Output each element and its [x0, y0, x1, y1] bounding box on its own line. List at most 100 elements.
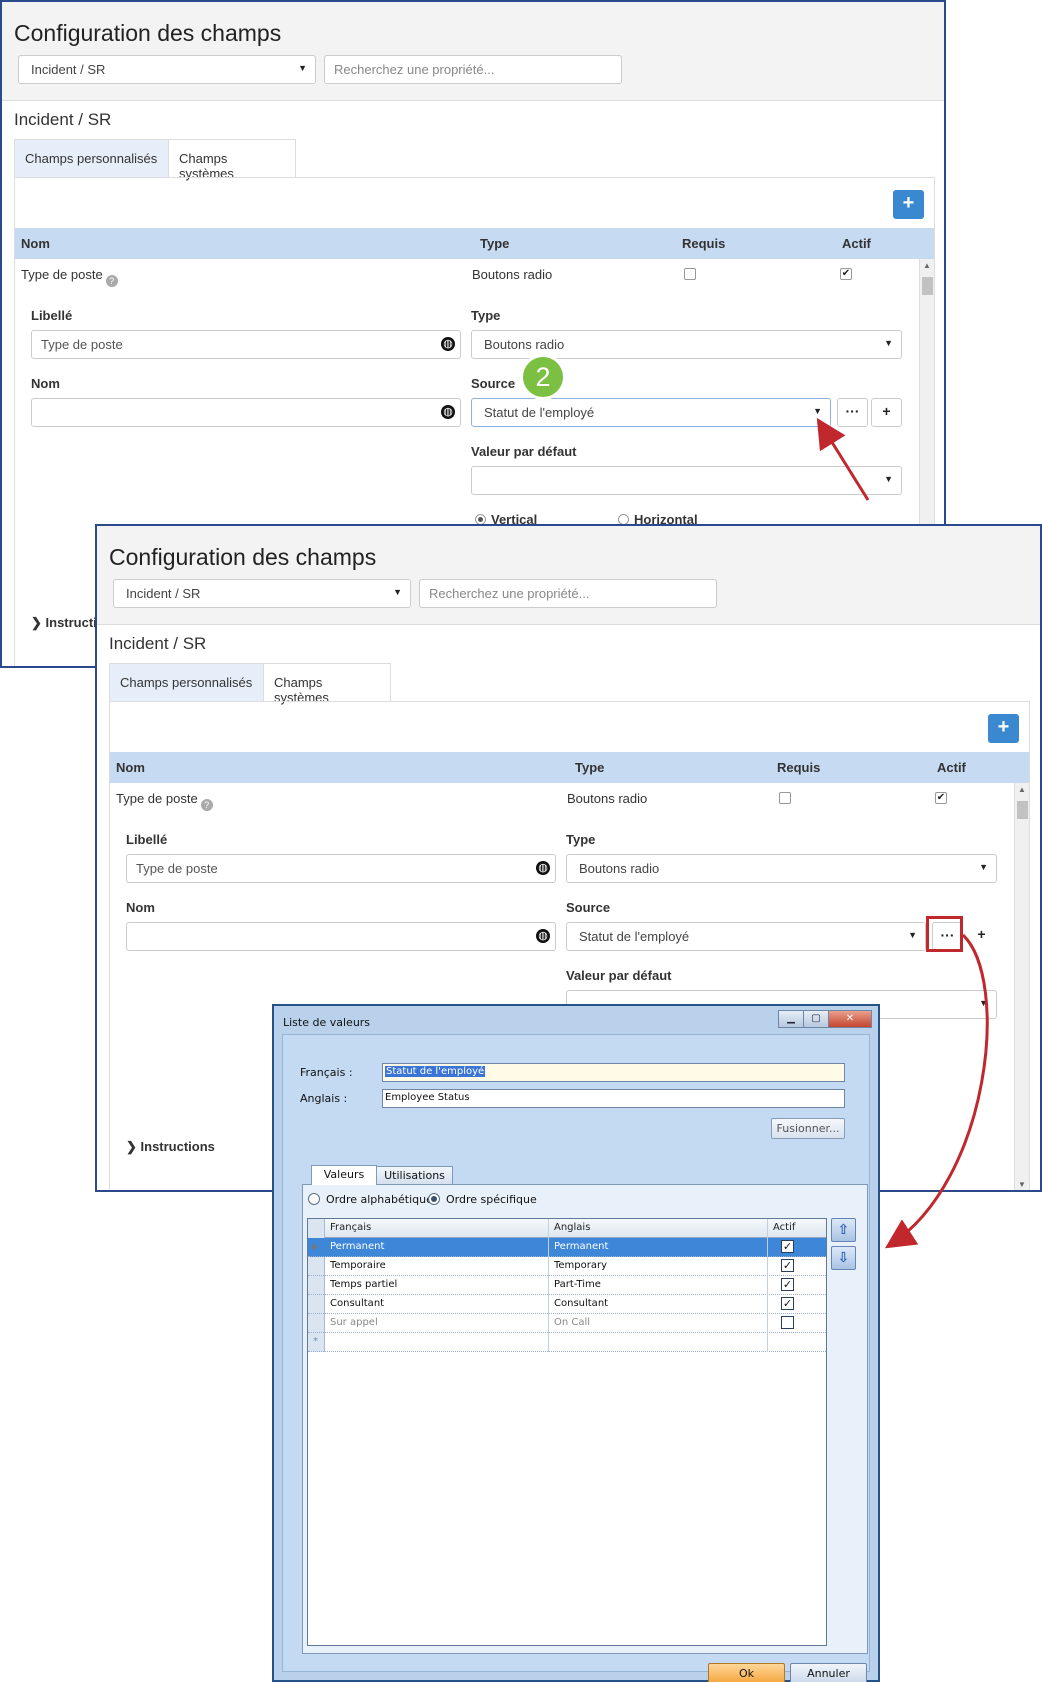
grid-cell-active-checkbox[interactable]	[781, 1316, 794, 1329]
module-select[interactable]: Incident / SR ▼	[113, 579, 411, 608]
column-header-active: Actif	[842, 236, 871, 251]
dialog-body: Français : Statut de l'employé Anglais :…	[282, 1034, 870, 1682]
grid-cell-english[interactable]: Consultant	[554, 1298, 608, 1309]
column-header-type: Type	[575, 760, 605, 775]
grid-cell-french[interactable]: Consultant	[330, 1298, 384, 1309]
grid-row[interactable]: Temporaire Temporary ✓	[308, 1257, 826, 1276]
grid-cell-english[interactable]: Part-Time	[554, 1279, 601, 1290]
chevron-down-icon: ▼	[393, 587, 402, 597]
order-alphabetical-radio[interactable]	[308, 1193, 320, 1205]
module-select-value: Incident / SR	[126, 586, 201, 601]
section-title: Incident / SR	[109, 634, 207, 653]
grid-cell-french[interactable]: Sur appel	[330, 1317, 378, 1328]
grid-cell-french[interactable]: Temps partiel	[330, 1279, 397, 1290]
table-row[interactable]: Type de poste? Boutons radio ✔	[110, 783, 1029, 814]
active-checkbox[interactable]: ✔	[935, 792, 947, 804]
active-checkbox[interactable]: ✔	[840, 268, 852, 280]
french-field[interactable]: Statut de l'employé	[382, 1063, 845, 1082]
grid-cell-english[interactable]: On Call	[554, 1317, 590, 1328]
type-field-title: Type	[566, 832, 596, 847]
column-header-name: Nom	[21, 236, 50, 251]
instructions-toggle[interactable]: ❯ Instructi	[31, 615, 97, 631]
scroll-up-icon[interactable]: ▲	[923, 261, 931, 270]
grid-row[interactable]: ▶ Permanent Permanent ✓	[308, 1238, 826, 1257]
english-label: Anglais :	[300, 1092, 348, 1105]
grid-cell-english[interactable]: Permanent	[554, 1241, 608, 1252]
close-icon[interactable]: ✕	[828, 1010, 872, 1028]
grid-row[interactable]: Consultant Consultant ✓	[308, 1295, 826, 1314]
type-field-title: Type	[471, 308, 501, 323]
chevron-down-icon: ▼	[908, 930, 917, 940]
ok-button[interactable]: Ok	[708, 1663, 785, 1682]
type-select[interactable]: Boutons radio ▼	[471, 330, 902, 359]
scroll-down-icon[interactable]: ▼	[1018, 1180, 1026, 1189]
tab-system-fields[interactable]: Champs systèmes	[168, 139, 296, 181]
field-name: Type de poste?	[21, 267, 118, 287]
required-checkbox[interactable]	[779, 792, 791, 804]
name-field-title: Nom	[126, 900, 155, 915]
default-value-title: Valeur par défaut	[471, 444, 577, 459]
grid-column-french: Français	[330, 1222, 372, 1233]
grid-cell-active-checkbox[interactable]: ✓	[781, 1259, 794, 1272]
cancel-button[interactable]: Annuler	[790, 1663, 867, 1682]
scrollbar[interactable]: ▲ ▼	[1014, 783, 1029, 1190]
grid-cell-active-checkbox[interactable]: ✓	[781, 1278, 794, 1291]
minimize-icon[interactable]: ▁	[778, 1010, 804, 1028]
grid-cell-english[interactable]: Temporary	[554, 1260, 607, 1271]
order-specific-radio[interactable]	[428, 1193, 440, 1205]
module-select[interactable]: Incident / SR ▼	[18, 55, 316, 84]
tab-system-fields[interactable]: Champs systèmes	[263, 663, 391, 705]
add-field-button[interactable]: +	[988, 714, 1019, 743]
instructions-toggle[interactable]: ❯ Instructions	[126, 1139, 215, 1155]
grid-cell-french[interactable]: Permanent	[330, 1241, 384, 1252]
current-row-icon: ▶	[312, 1242, 319, 1251]
label-field-input[interactable]: Type de poste ◍	[126, 854, 556, 883]
chevron-down-icon: ▼	[813, 406, 822, 416]
scroll-up-icon[interactable]: ▲	[1018, 785, 1026, 794]
move-down-arrow-icon[interactable]: ⇩	[831, 1246, 856, 1270]
tab-custom-fields[interactable]: Champs personnalisés	[14, 139, 169, 177]
globe-icon[interactable]: ◍	[441, 405, 455, 419]
property-search-input[interactable]: Recherchez une propriété...	[419, 579, 717, 608]
default-value-select[interactable]: ▼	[471, 466, 902, 495]
grid-row[interactable]: Temps partiel Part-Time ✓	[308, 1276, 826, 1295]
globe-icon[interactable]: ◍	[536, 861, 550, 875]
add-source-button[interactable]: +	[871, 398, 902, 427]
type-select[interactable]: Boutons radio ▼	[566, 854, 997, 883]
grid-row[interactable]: Sur appel On Call	[308, 1314, 826, 1333]
grid-cell-french[interactable]: Temporaire	[330, 1260, 386, 1271]
globe-icon[interactable]: ◍	[536, 929, 550, 943]
name-field-input[interactable]: ◍	[31, 398, 461, 427]
scroll-thumb[interactable]	[1017, 801, 1028, 819]
source-select[interactable]: Statut de l'employé ▼	[471, 398, 831, 427]
merge-button[interactable]: Fusionner...	[771, 1118, 845, 1139]
tab-values[interactable]: Valeurs	[311, 1165, 377, 1185]
tab-custom-fields[interactable]: Champs personnalisés	[109, 663, 264, 701]
table-header: Nom Type Requis Actif	[110, 752, 1029, 783]
page-title: Configuration des champs	[14, 20, 282, 46]
required-checkbox[interactable]	[684, 268, 696, 280]
chevron-right-icon: ❯	[126, 1139, 141, 1154]
edit-values-button[interactable]: ···	[837, 398, 868, 427]
add-source-button[interactable]: +	[966, 922, 997, 951]
tab-usages[interactable]: Utilisations	[376, 1166, 453, 1185]
move-up-arrow-icon[interactable]: ⇧	[831, 1218, 856, 1242]
maximize-icon[interactable]: ▢	[803, 1010, 829, 1028]
table-row[interactable]: Type de poste? Boutons radio ✔	[15, 259, 934, 290]
grid-new-row[interactable]: *	[308, 1333, 826, 1352]
name-field-input[interactable]: ◍	[126, 922, 556, 951]
add-field-button[interactable]: +	[893, 190, 924, 219]
grid-cell-active-checkbox[interactable]: ✓	[781, 1297, 794, 1310]
panel-header: Configuration des champs Incident / SR ▼…	[97, 526, 1040, 625]
property-search-input[interactable]: Recherchez une propriété...	[324, 55, 622, 84]
globe-icon[interactable]: ◍	[441, 337, 455, 351]
grid-cell-active-checkbox[interactable]: ✓	[781, 1240, 794, 1253]
chevron-down-icon: ▼	[884, 474, 893, 484]
label-field-input[interactable]: Type de poste ◍	[31, 330, 461, 359]
values-grid: Français Anglais Actif ▶ Permanent Perma…	[307, 1218, 827, 1646]
source-select[interactable]: Statut de l'employé ▼	[566, 922, 926, 951]
highlight-box	[926, 916, 963, 952]
step-badge: 2	[523, 357, 563, 397]
scroll-thumb[interactable]	[922, 277, 933, 295]
english-field[interactable]: Employee Status	[382, 1089, 845, 1108]
